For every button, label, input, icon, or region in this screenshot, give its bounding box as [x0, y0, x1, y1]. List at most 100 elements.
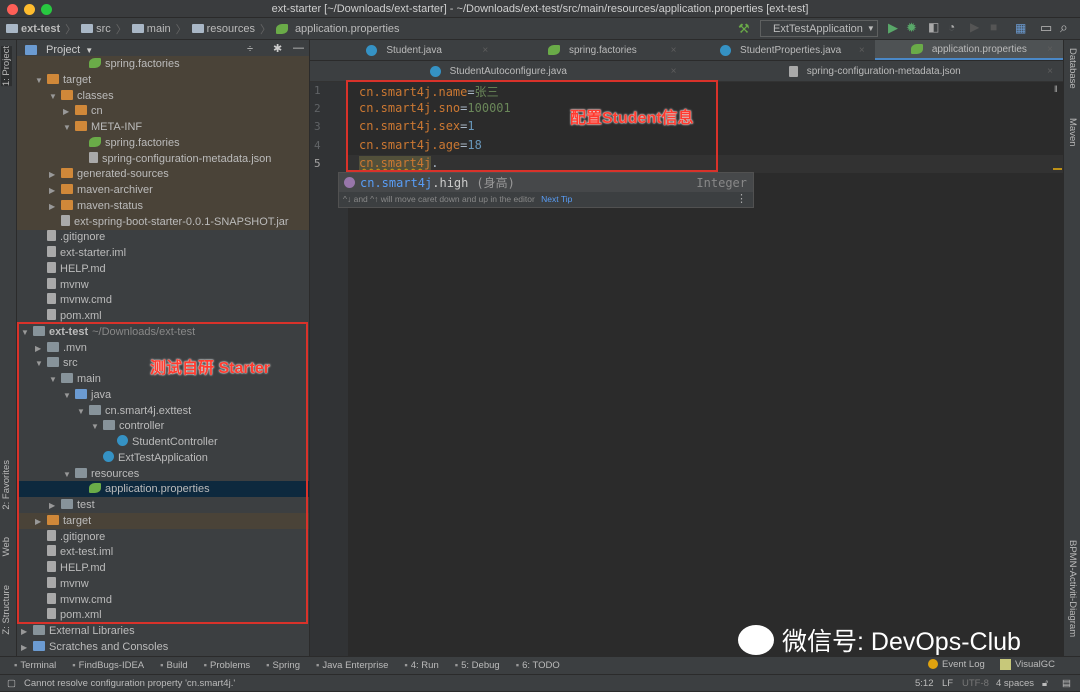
maximize-window-button[interactable] — [41, 4, 52, 15]
chevron-right-icon[interactable]: ▶ — [21, 640, 33, 656]
build-hammer-icon[interactable]: ⚒ — [738, 21, 750, 37]
tool-project[interactable]: 1: Project — [1, 46, 12, 87]
tool-web[interactable]: Web — [1, 537, 12, 556]
tree-item[interactable]: HELP.md — [17, 261, 309, 277]
run-icon[interactable]: ▶ — [888, 20, 898, 36]
minimize-window-button[interactable] — [24, 4, 35, 15]
toggle-tool-windows-icon[interactable]: ▢ — [7, 675, 16, 692]
editor-tab[interactable]: Student.java × — [310, 40, 498, 60]
warning-marker[interactable] — [1053, 168, 1062, 170]
line-separator[interactable]: LF — [942, 675, 953, 692]
collapse-all-icon[interactable]: ÷ — [247, 43, 253, 55]
tree-item[interactable]: ext-starter.iml — [17, 245, 309, 261]
close-window-button[interactable] — [7, 4, 18, 15]
close-tab-icon[interactable]: × — [482, 45, 488, 56]
tree-item[interactable]: ▶ maven-status — [17, 197, 309, 215]
hide-panel-icon[interactable]: — — [293, 42, 304, 54]
tree-item[interactable]: ▼ target — [17, 71, 309, 89]
chevron-down-icon: ▼ — [866, 24, 875, 33]
memory-indicator-icon[interactable]: ▤ — [1062, 675, 1071, 692]
debug-icon[interactable]: ✹ — [906, 20, 917, 36]
close-tab-icon[interactable]: × — [1047, 44, 1053, 55]
indent-setting[interactable]: 4 spaces — [996, 675, 1034, 692]
search-icon[interactable]: ⌕ — [1060, 19, 1068, 36]
inspection-status-icon[interactable]: ǁ — [1054, 84, 1058, 94]
chevron-right-icon[interactable]: ▶ — [63, 104, 75, 120]
tool-database[interactable]: Database — [1067, 48, 1078, 89]
close-tab-icon[interactable]: × — [671, 66, 677, 77]
gear-icon[interactable]: ✱ — [273, 42, 282, 55]
tool-window-button[interactable]: ▪ 5: Debug — [455, 660, 500, 671]
close-tab-icon[interactable]: × — [859, 45, 865, 56]
tool-window-button[interactable]: ▪ Problems — [204, 660, 251, 671]
chevron-right-icon[interactable]: ▶ — [49, 167, 61, 183]
next-tip-link[interactable]: Next Tip — [541, 194, 572, 204]
tree-item[interactable]: ext-spring-boot-starter-0.0.1-SNAPSHOT.j… — [17, 213, 309, 230]
tool-window-button[interactable]: ▪ 6: TODO — [516, 660, 560, 671]
breadcrumb-resources[interactable]: resources — [191, 23, 255, 35]
resume-icon[interactable]: ▶ — [970, 20, 979, 34]
chevron-down-icon[interactable]: ▼ — [49, 89, 61, 105]
tool-window-button[interactable]: ▪ 4: Run — [404, 660, 438, 671]
project-view-select[interactable]: Project — [46, 44, 80, 56]
breadcrumb-file[interactable]: application.properties — [275, 23, 400, 35]
lock-icon[interactable]: 🔓︎ — [1042, 675, 1048, 692]
breadcrumb-main[interactable]: main — [131, 23, 171, 35]
tree-item[interactable]: ▶ generated-sources — [17, 166, 309, 183]
tree-item[interactable]: ▼ META-INF — [17, 119, 309, 136]
tool-bpmn[interactable]: BPMN-Activiti-Diagram — [1067, 540, 1078, 637]
editor-tab[interactable]: application.properties × — [874, 40, 1063, 60]
chevron-down-icon[interactable]: ▼ — [63, 120, 75, 136]
chevron-down-icon[interactable]: ▼ — [35, 73, 47, 89]
breadcrumb-src[interactable]: src — [81, 23, 111, 35]
chevron-right-icon[interactable]: ▶ — [21, 624, 33, 640]
tool-structure[interactable]: Z: Structure — [1, 585, 12, 635]
file-encoding[interactable]: UTF-8 — [962, 675, 989, 692]
tree-item[interactable]: .gitignore — [17, 229, 309, 245]
tool-window-button[interactable]: ▪ Spring — [266, 660, 300, 671]
editor-tab[interactable]: spring.factories × — [498, 40, 686, 60]
tree-item[interactable]: mvnw — [17, 277, 309, 293]
editor-tab[interactable]: StudentAutoconfigure.java × — [310, 61, 687, 81]
tree-item[interactable]: mvnw.cmd — [17, 292, 309, 308]
tool-window-button[interactable]: ▪ FindBugs-IDEA — [72, 660, 144, 671]
editor-tab[interactable]: spring-configuration-metadata.json × — [687, 61, 1064, 81]
spring-file-icon — [89, 58, 101, 68]
run-config-select[interactable]: ExtTestApplication ▼ — [760, 20, 878, 37]
file-icon — [47, 293, 56, 305]
terminal-window-icon[interactable]: ▭ — [1040, 20, 1052, 36]
profile-icon[interactable]: ◔ — [948, 20, 955, 34]
tree-item[interactable]: ▼ classes — [17, 87, 309, 105]
event-log-button[interactable]: Event Log — [928, 659, 985, 670]
breadcrumb-project[interactable]: ext-test — [6, 23, 60, 35]
chevron-right-icon[interactable]: ▶ — [49, 183, 61, 199]
close-tab-icon[interactable]: × — [1047, 66, 1053, 77]
bottom-tool-bar: ▪ Terminal ▪ FindBugs-IDEA ▪ Build ▪ Problems ▪ S… — [0, 656, 1080, 674]
tool-window-button[interactable]: ▪ Build — [160, 660, 188, 671]
tree-item[interactable]: spring.factories — [17, 56, 309, 72]
tree-item[interactable]: ▶ cn — [17, 103, 309, 120]
tree-item[interactable]: spring.factories — [17, 134, 309, 151]
tool-window-button[interactable]: ▪ Terminal — [14, 660, 56, 671]
tree-item[interactable]: ▶ External Libraries — [17, 623, 309, 640]
completion-item[interactable]: cn.smart4j .high (身高) Integer — [339, 173, 753, 192]
tree-item[interactable]: ▶ maven-archiver — [17, 182, 309, 199]
tool-maven[interactable]: Maven — [1067, 118, 1078, 147]
stop-icon[interactable]: ■ — [990, 20, 997, 34]
chevron-right-icon[interactable]: ▶ — [49, 199, 61, 215]
editor-tab[interactable]: StudentProperties.java × — [687, 40, 875, 60]
tree-item-label: pom.xml — [60, 310, 102, 322]
tool-window-button[interactable]: ▪ Java Enterprise — [316, 660, 388, 671]
close-tab-icon[interactable]: × — [671, 45, 677, 56]
tree-item[interactable]: spring-configuration-metadata.json — [17, 150, 309, 167]
tool-favorites[interactable]: 2: Favorites — [1, 460, 12, 510]
more-options-icon[interactable]: ⋮ — [736, 192, 747, 205]
file-icon — [89, 151, 98, 163]
coverage-icon[interactable]: ◧ — [928, 20, 939, 34]
project-structure-icon[interactable]: ▦ — [1015, 21, 1026, 35]
caret-position[interactable]: 5:12 — [915, 675, 934, 692]
tree-item[interactable]: ▶ Scratches and Consoles — [17, 639, 309, 656]
tree-item-label: generated-sources — [77, 168, 169, 181]
resources-folder-icon — [191, 24, 204, 33]
visualgc-button[interactable]: VisualGC — [1000, 659, 1055, 670]
